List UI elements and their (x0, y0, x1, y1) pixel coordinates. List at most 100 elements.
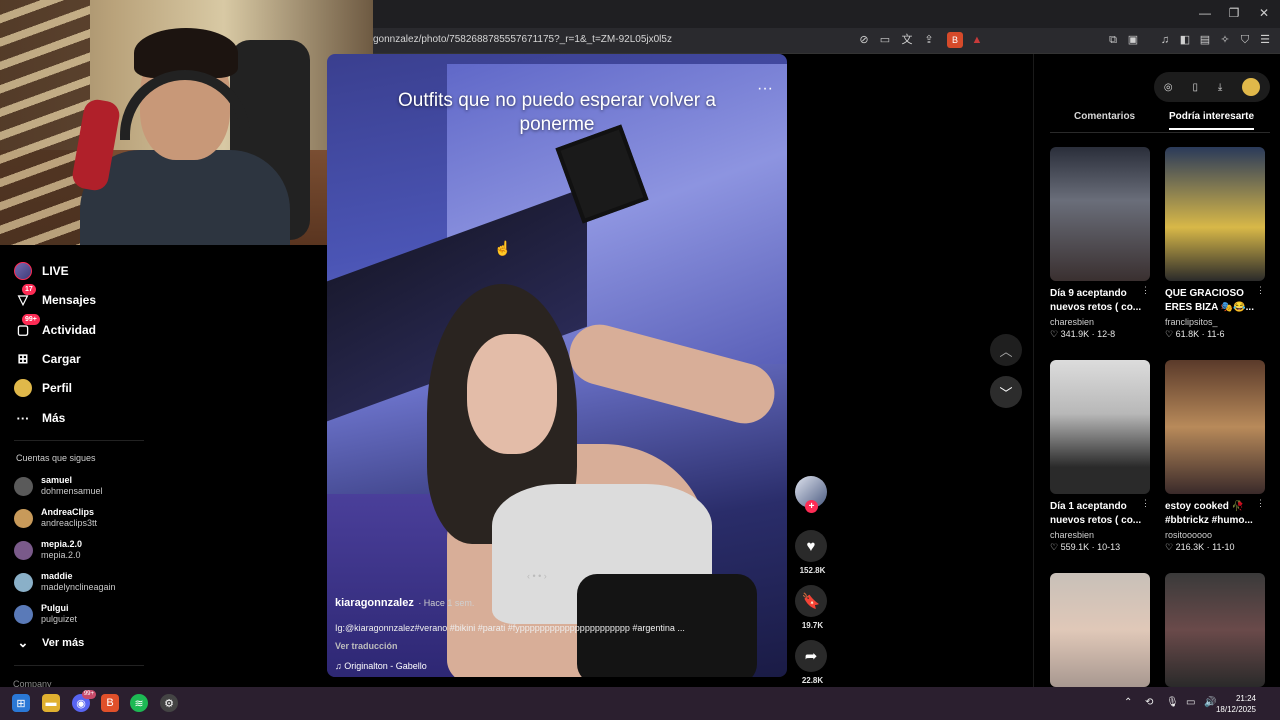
cast-icon[interactable]: ▭ (877, 32, 893, 48)
phone-icon[interactable]: ▯ (1192, 82, 1198, 93)
like-button[interactable]: ♥ (795, 530, 827, 562)
card-thumbnail[interactable] (1165, 147, 1265, 281)
compass-icon[interactable]: ◎ (1164, 82, 1173, 93)
sidebar-item-live[interactable]: LIVE (14, 260, 69, 282)
tools-pill: ◎ ▯ ⤓ (1154, 72, 1270, 102)
leo-icon[interactable]: ✧ (1217, 32, 1233, 48)
volume-icon[interactable]: 🔊 (1204, 697, 1216, 708)
share-arrow-icon: ➦ (804, 648, 818, 665)
save-button[interactable]: 🔖 (795, 585, 827, 617)
more-options-icon[interactable]: ··· (757, 80, 773, 98)
following-username: mepia.2.0 (41, 550, 81, 560)
brave-shield-icon[interactable]: B (947, 32, 963, 48)
network-icon[interactable]: ▭ (1186, 697, 1195, 708)
activity-icon: ▢ 99+ (14, 314, 40, 339)
card-thumbnail[interactable] (1050, 360, 1150, 494)
recommendation-card[interactable]: ⋮ QUE GRACIOSO ERES BIZA 🎭😂... franclips… (1165, 147, 1265, 340)
maximize-button[interactable]: ❐ (1219, 6, 1249, 20)
following-item[interactable]: Pulgui pulguizet (14, 600, 77, 628)
music-note-icon: ♫ (335, 661, 345, 671)
tab-comentarios[interactable]: Comentarios (1074, 111, 1135, 122)
clock[interactable]: 21:24 18/12/2025 (1216, 693, 1256, 715)
start-icon[interactable]: ⊞ (12, 694, 30, 712)
following-item[interactable]: AndreaClips andreaclips3tt (14, 504, 97, 532)
tab-podria-interesarte[interactable]: Podría interesarte (1169, 111, 1255, 130)
chevron-down-icon: ﹀ (999, 385, 1013, 401)
post-media[interactable]: Outfits que no puedo esperar volver a po… (327, 54, 787, 677)
spotify-icon[interactable]: ≋ (130, 694, 148, 712)
close-button[interactable]: ✕ (1249, 6, 1279, 20)
see-more-button[interactable]: ⌄ Ver más (14, 632, 85, 654)
menu-icon[interactable]: ☰ (1257, 32, 1273, 48)
translate-icon[interactable]: 文 (899, 32, 915, 48)
card-menu-icon[interactable]: ⋮ (1141, 285, 1150, 296)
brave-rewards-icon[interactable]: ▲ (969, 32, 985, 48)
share-button[interactable]: ➦ (795, 640, 827, 672)
sidebar-item-perfil[interactable]: Perfil (14, 377, 72, 399)
recommendation-card[interactable] (1165, 573, 1265, 687)
vpn-icon[interactable]: ⛉ (1237, 32, 1253, 48)
creator-avatar[interactable]: + (795, 476, 827, 513)
extensions-icon[interactable]: ⧉ (1105, 32, 1121, 48)
post-music[interactable]: ♫ Originalton - Gabello (335, 661, 755, 671)
avatar (14, 540, 33, 560)
card-menu-icon[interactable]: ⋮ (1141, 498, 1150, 509)
card-menu-icon[interactable]: ⋮ (1256, 498, 1265, 509)
next-post-button[interactable]: ﹀ (990, 376, 1022, 408)
media-icon[interactable]: ♫ (1157, 32, 1173, 48)
action-column: + ♥ 152.8K 🔖 19.7K ➦ 22.8K (795, 476, 830, 685)
heart-icon: ♥ (806, 537, 816, 555)
file-explorer-icon[interactable]: ▬ (42, 694, 60, 712)
recommendation-card[interactable]: ⋮ Día 9 aceptando nuevos retos ( co... c… (1050, 147, 1150, 340)
sync-icon[interactable]: ⟲ (1145, 697, 1153, 708)
message-icon: ▽ 17 (14, 284, 36, 309)
sidebar-item-cargar[interactable]: ⊞ Cargar (14, 348, 81, 370)
activity-badge: 99+ (22, 314, 40, 325)
sidebar-item-mensajes[interactable]: ▽ 17 Mensajes (14, 284, 96, 311)
following-name: maddie (41, 571, 73, 581)
share-icon[interactable]: ⇪ (921, 32, 937, 48)
card-thumbnail[interactable] (1050, 573, 1150, 687)
follow-plus-icon[interactable]: + (805, 500, 818, 513)
sidebar: LIVE ▽ 17 Mensajes ▢ 99+ Actividad ⊞ Carga… (0, 245, 160, 689)
following-item[interactable]: maddie madelynclineagain (14, 568, 116, 596)
app-icon[interactable]: ⚙ (160, 694, 178, 712)
following-name: AndreaClips (41, 507, 95, 517)
minimize-button[interactable]: — (1190, 6, 1220, 20)
post-username[interactable]: kiaragonnzalez (335, 597, 414, 609)
share-count: 22.8K (801, 676, 824, 685)
brave-icon[interactable]: B (101, 694, 119, 712)
divider (14, 665, 144, 666)
recommendation-card[interactable]: ⋮ Día 1 aceptando nuevos retos ( co... c… (1050, 360, 1150, 553)
following-item[interactable]: mepia.2.0 mepia.2.0 (14, 536, 82, 564)
carousel-dots[interactable]: ‹ • • › (527, 571, 547, 581)
prev-post-button[interactable]: ︿ (990, 334, 1022, 366)
sidebar-item-actividad[interactable]: ▢ 99+ Actividad (14, 314, 96, 341)
wallet2-icon[interactable]: ▤ (1197, 32, 1213, 48)
download-icon[interactable]: ⤓ (1218, 82, 1222, 93)
card-menu-icon[interactable]: ⋮ (1256, 285, 1265, 296)
sidebar-item-label: Cargar (42, 352, 81, 366)
card-user: franclipsitos_ (1165, 317, 1218, 327)
translate-link[interactable]: Ver traducción (335, 641, 755, 651)
following-name: mepia.2.0 (41, 539, 83, 549)
wallet-icon[interactable]: ▣ (1125, 32, 1141, 48)
user-avatar[interactable] (1242, 78, 1261, 96)
save-count: 19.7K (801, 621, 824, 630)
recommendation-card[interactable] (1050, 573, 1150, 687)
recommendation-card[interactable]: ⋮ estoy cooked 🥀 #bbtrickz #humo... rosi… (1165, 360, 1265, 553)
sidebar-toggle-icon[interactable]: ◧ (1177, 32, 1193, 48)
discord-icon[interactable]: ◉ 99+ (72, 690, 96, 712)
post-meta: kiaragonnzalez · Hace 1 sem. Ig:@kiarago… (335, 593, 755, 671)
url-field[interactable]: gonnzalez/photo/7582688785557671175?_r=1… (373, 34, 672, 45)
tray-chevron-icon[interactable]: ⌃ (1124, 697, 1132, 708)
following-item[interactable]: samuel dohmensamuel (14, 472, 103, 500)
mic-icon[interactable]: 🎙 (1166, 697, 1179, 708)
card-thumbnail[interactable] (1165, 573, 1265, 687)
music-label: Originalton - Gabello (344, 661, 427, 671)
card-thumbnail[interactable] (1165, 360, 1265, 494)
card-thumbnail[interactable] (1050, 147, 1150, 281)
sidebar-item-mas[interactable]: ··· Más (14, 407, 66, 429)
divider (14, 440, 144, 441)
mute-icon[interactable]: ⊘ (856, 32, 872, 48)
